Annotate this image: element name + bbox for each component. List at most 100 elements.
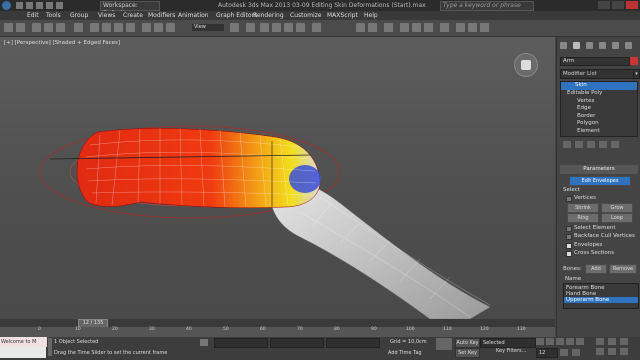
set-key-icon[interactable]	[436, 338, 452, 350]
undo-icon[interactable]	[46, 2, 53, 9]
cross-sections-checkbox[interactable]	[566, 251, 572, 257]
make-unique-icon[interactable]	[587, 141, 595, 148]
select-and-manipulate-icon[interactable]	[246, 23, 255, 32]
spinner-snap-icon[interactable]	[296, 23, 305, 32]
stack-item-skin[interactable]: Skin	[561, 82, 637, 90]
arm-mesh[interactable]	[0, 37, 555, 319]
menu-animation[interactable]: Animation	[178, 11, 209, 20]
go-to-start-icon[interactable]	[536, 338, 544, 345]
backface-cull-checkbox[interactable]	[566, 234, 572, 240]
pin-stack-icon[interactable]	[563, 141, 571, 148]
add-time-tag[interactable]: Add Time Tag	[388, 350, 422, 356]
key-mode-toggle-icon[interactable]	[560, 349, 568, 356]
modify-tab-icon[interactable]	[573, 42, 580, 49]
stack-item-element[interactable]: Element	[561, 128, 637, 136]
save-file-icon[interactable]	[36, 2, 43, 9]
unlink-icon[interactable]	[44, 23, 53, 32]
object-color-swatch[interactable]	[630, 57, 638, 65]
play-icon[interactable]	[556, 338, 564, 345]
angle-snap-icon[interactable]	[272, 23, 281, 32]
align-icon[interactable]	[368, 23, 377, 32]
menu-create[interactable]: Create	[123, 11, 143, 20]
configure-modifier-sets-icon[interactable]	[611, 141, 619, 148]
select-by-name-icon[interactable]	[102, 23, 111, 32]
material-editor-icon[interactable]	[440, 23, 449, 32]
maximize-button[interactable]	[612, 1, 624, 9]
set-key-button[interactable]: Set Key	[455, 348, 480, 358]
new-file-icon[interactable]	[16, 2, 23, 9]
auto-key-button[interactable]: Auto Key	[455, 338, 480, 348]
add-bone-button[interactable]: Add	[585, 264, 607, 274]
menu-customize[interactable]: Customize	[290, 11, 322, 20]
x-coordinate-field[interactable]	[214, 338, 268, 348]
redo-icon[interactable]	[56, 2, 63, 9]
schematic-view-icon[interactable]	[424, 23, 433, 32]
current-frame-field[interactable]: 12	[536, 348, 558, 358]
previous-frame-icon[interactable]	[546, 338, 554, 345]
perspective-viewport[interactable]: [+] [Perspective] [Shaded + Edged Faces]	[0, 37, 555, 319]
layer-manager-icon[interactable]	[384, 23, 393, 32]
y-coordinate-field[interactable]	[270, 338, 324, 348]
graphite-toggle-icon[interactable]	[400, 23, 409, 32]
window-crossing-icon[interactable]	[126, 23, 135, 32]
menu-group[interactable]: Group	[70, 11, 88, 20]
field-of-view-icon[interactable]	[596, 348, 604, 355]
zoom-extents-icon[interactable]	[620, 338, 628, 345]
percent-snap-icon[interactable]	[284, 23, 293, 32]
menu-rendering[interactable]: Rendering	[253, 11, 284, 20]
zoom-icon[interactable]	[596, 338, 604, 345]
select-element-checkbox[interactable]	[566, 226, 572, 232]
pivot-center-icon[interactable]	[230, 23, 239, 32]
curve-editor-icon[interactable]	[412, 23, 421, 32]
parameters-rollout-title[interactable]: Parameters	[560, 165, 638, 174]
undo-toolbar-icon[interactable]	[4, 23, 13, 32]
pan-view-icon[interactable]	[608, 348, 616, 355]
rotate-icon[interactable]	[154, 23, 163, 32]
lock-selection-icon[interactable]	[200, 339, 208, 346]
search-input[interactable]: Type a keyword or phrase	[440, 1, 534, 11]
ring-button[interactable]: Ring	[567, 213, 599, 223]
motion-tab-icon[interactable]	[599, 42, 606, 49]
remove-modifier-icon[interactable]	[599, 141, 607, 148]
zoom-all-icon[interactable]	[608, 338, 616, 345]
mirror-icon[interactable]	[356, 23, 365, 32]
stack-item-edge[interactable]: Edge	[561, 105, 637, 113]
hierarchy-tab-icon[interactable]	[586, 42, 593, 49]
close-button[interactable]	[626, 1, 638, 9]
snaps-toggle-icon[interactable]	[260, 23, 269, 32]
menu-edit[interactable]: Edit	[27, 11, 39, 20]
menu-help[interactable]: Help	[364, 11, 378, 20]
menu-modifiers[interactable]: Modifiers	[148, 11, 175, 20]
time-slider-track[interactable]: 12 / 135	[0, 319, 555, 328]
render-setup-icon[interactable]	[456, 23, 465, 32]
listener-handle[interactable]	[48, 338, 52, 356]
bone-item-upperarm[interactable]: Upperarm Bone	[564, 297, 638, 303]
z-coordinate-field[interactable]	[326, 338, 380, 348]
stack-item-editable-poly[interactable]: Editable Poly	[561, 90, 637, 98]
select-link-icon[interactable]	[32, 23, 41, 32]
display-tab-icon[interactable]	[612, 42, 619, 49]
object-name-field[interactable]: Arm	[560, 57, 630, 66]
create-tab-icon[interactable]	[560, 42, 567, 49]
menu-maxscript[interactable]: MAXScript	[327, 11, 358, 20]
track-bar[interactable]: 0 10 20 30 40 50 60 70 80 90 100 110 120…	[0, 327, 555, 337]
loop-button[interactable]: Loop	[601, 213, 633, 223]
menu-tools[interactable]: Tools	[46, 11, 61, 20]
render-production-icon[interactable]	[480, 23, 489, 32]
orbit-icon[interactable]	[620, 348, 628, 355]
move-icon[interactable]	[142, 23, 151, 32]
redo-toolbar-icon[interactable]	[16, 23, 25, 32]
bind-space-warp-icon[interactable]	[56, 23, 65, 32]
workspace-dropdown[interactable]: Workspace: Default	[100, 1, 160, 17]
next-frame-icon[interactable]	[566, 338, 574, 345]
menu-views[interactable]: Views	[98, 11, 115, 20]
reference-coordinate-dropdown[interactable]: View	[192, 24, 224, 31]
selection-filter-icon[interactable]	[74, 23, 83, 32]
menu-graph-editors[interactable]: Graph Editors	[216, 11, 257, 20]
key-selection-dropdown[interactable]: Selected	[480, 338, 536, 348]
stack-item-vertex[interactable]: Vertex	[561, 98, 637, 106]
scale-icon[interactable]	[166, 23, 175, 32]
remove-bone-button[interactable]: Remove	[609, 264, 637, 274]
go-to-end-icon[interactable]	[576, 338, 584, 345]
app-menu-icon[interactable]	[2, 1, 11, 10]
